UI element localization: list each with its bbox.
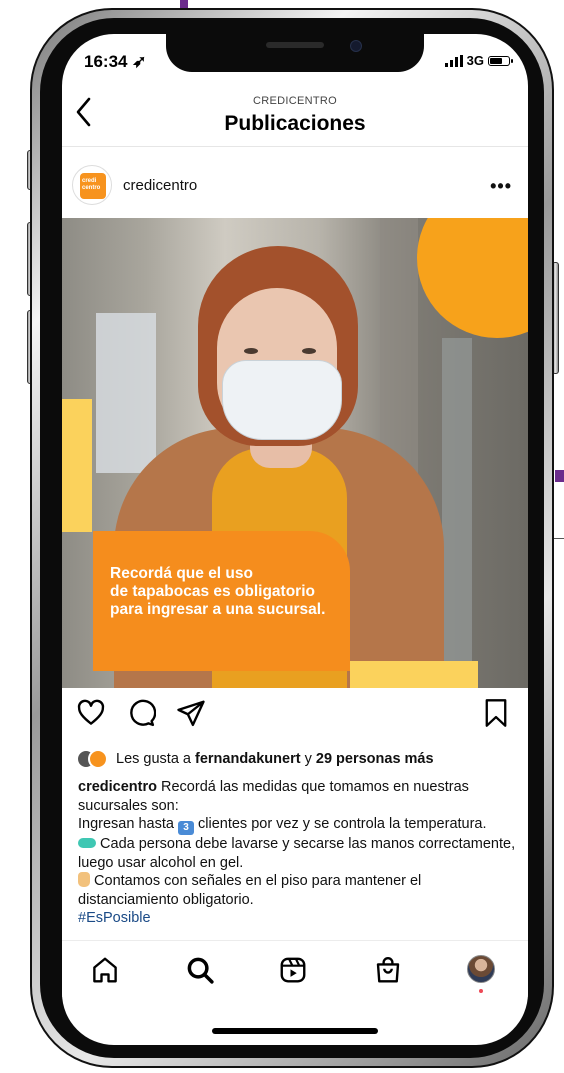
- likes-count[interactable]: 29 personas más: [316, 751, 434, 767]
- pointing-hand-emoji: [78, 872, 90, 887]
- more-options-button[interactable]: •••: [490, 176, 512, 197]
- liker-avatar: [88, 749, 108, 769]
- caption-text: Ingresan hasta: [78, 816, 178, 832]
- person-eye: [302, 348, 316, 354]
- home-indicator[interactable]: [212, 1028, 378, 1034]
- graphic-yellow-bar: [350, 661, 478, 688]
- bottom-nav: [62, 940, 528, 997]
- nav-reels[interactable]: [278, 955, 308, 990]
- account-name: CREDICENTRO: [253, 95, 337, 107]
- nav-profile-avatar[interactable]: [467, 955, 495, 983]
- share-button[interactable]: [176, 698, 206, 733]
- hashtag-link[interactable]: #EsPosible: [78, 909, 518, 928]
- shop-bag-icon: [376, 956, 400, 983]
- page-title: Publicaciones: [224, 112, 366, 135]
- caption-line: Ingresan hasta 3 clientes por vez y se c…: [78, 815, 518, 835]
- liker-username[interactable]: fernandakunert: [195, 751, 301, 767]
- status-time: 16:34 ➶: [84, 52, 147, 71]
- face-mask: [222, 360, 342, 440]
- caption-text: Cada persona debe lavarse y secarse las …: [78, 836, 516, 871]
- caption-text: Contamos con señales en el piso para man…: [78, 873, 422, 908]
- caption-text: clientes por vez y se controla la temper…: [193, 816, 487, 832]
- graphic-yellow-bar: [62, 399, 92, 532]
- nav-shop[interactable]: [373, 955, 403, 990]
- post-image[interactable]: Recordá que el uso de tapabocas es oblig…: [62, 218, 528, 688]
- caption-username[interactable]: credicentro: [78, 779, 157, 795]
- caption-line: Contamos con señales en el piso para man…: [78, 872, 518, 909]
- camera: [350, 40, 362, 52]
- battery-icon: [488, 55, 513, 66]
- caption-intro: credicentro Recordá las medidas que toma…: [78, 778, 518, 815]
- app-screen: 16:34 ➶ 3G CREDICENTRO Publicaciones cre…: [62, 34, 528, 1045]
- heart-icon: [77, 699, 105, 725]
- post-avatar[interactable]: credi centro: [72, 165, 112, 205]
- bookmark-icon: [485, 699, 507, 727]
- home-icon: [93, 957, 117, 983]
- divider: [62, 146, 528, 147]
- comment-button[interactable]: [126, 698, 157, 733]
- image-callout-line: Recordá que el uso: [110, 565, 253, 582]
- search-icon: [187, 957, 214, 984]
- likes-summary[interactable]: Les gusta a fernandakunert y 29 personas…: [76, 748, 434, 770]
- save-button[interactable]: [482, 698, 510, 733]
- image-callout-text: Recordá que el uso de tapabocas es oblig…: [110, 565, 325, 619]
- credicentro-logo: credi centro: [80, 173, 106, 199]
- post-actions: [62, 698, 528, 732]
- post-username[interactable]: credicentro: [123, 177, 197, 194]
- nav-search[interactable]: [185, 955, 215, 990]
- share-icon: [177, 700, 205, 727]
- photo-pillar: [442, 338, 472, 688]
- notification-dot: [479, 989, 483, 993]
- status-indicators: 3G: [444, 53, 513, 68]
- graphic-orange-circle: [417, 218, 528, 338]
- soap-emoji: [78, 838, 96, 848]
- image-callout: Recordá que el uso de tapabocas es oblig…: [93, 531, 350, 671]
- person-eye: [244, 348, 258, 354]
- nav-home[interactable]: [90, 955, 120, 990]
- post-caption: credicentro Recordá las medidas que toma…: [78, 778, 518, 928]
- comment-icon: [130, 699, 157, 727]
- image-callout-line: de tapabocas es obligatorio: [110, 583, 315, 600]
- reels-icon: [280, 957, 306, 983]
- likes-prefix: Les gusta a: [116, 751, 195, 767]
- likes-text: Les gusta a fernandakunert y 29 personas…: [116, 751, 434, 767]
- signal-bars-icon: [444, 54, 463, 67]
- notch: [166, 34, 424, 72]
- likes-middle: y: [300, 751, 316, 767]
- keycap-three-emoji: 3: [177, 821, 194, 835]
- image-callout-line: para ingresar a una sucursal.: [110, 601, 326, 618]
- network-type: 3G: [466, 53, 484, 68]
- caption-line: Cada persona debe lavarse y secarse las …: [78, 835, 518, 872]
- background-accent: [555, 470, 564, 482]
- photo-window: [96, 313, 156, 473]
- like-button[interactable]: [76, 698, 106, 733]
- speaker: [266, 42, 324, 48]
